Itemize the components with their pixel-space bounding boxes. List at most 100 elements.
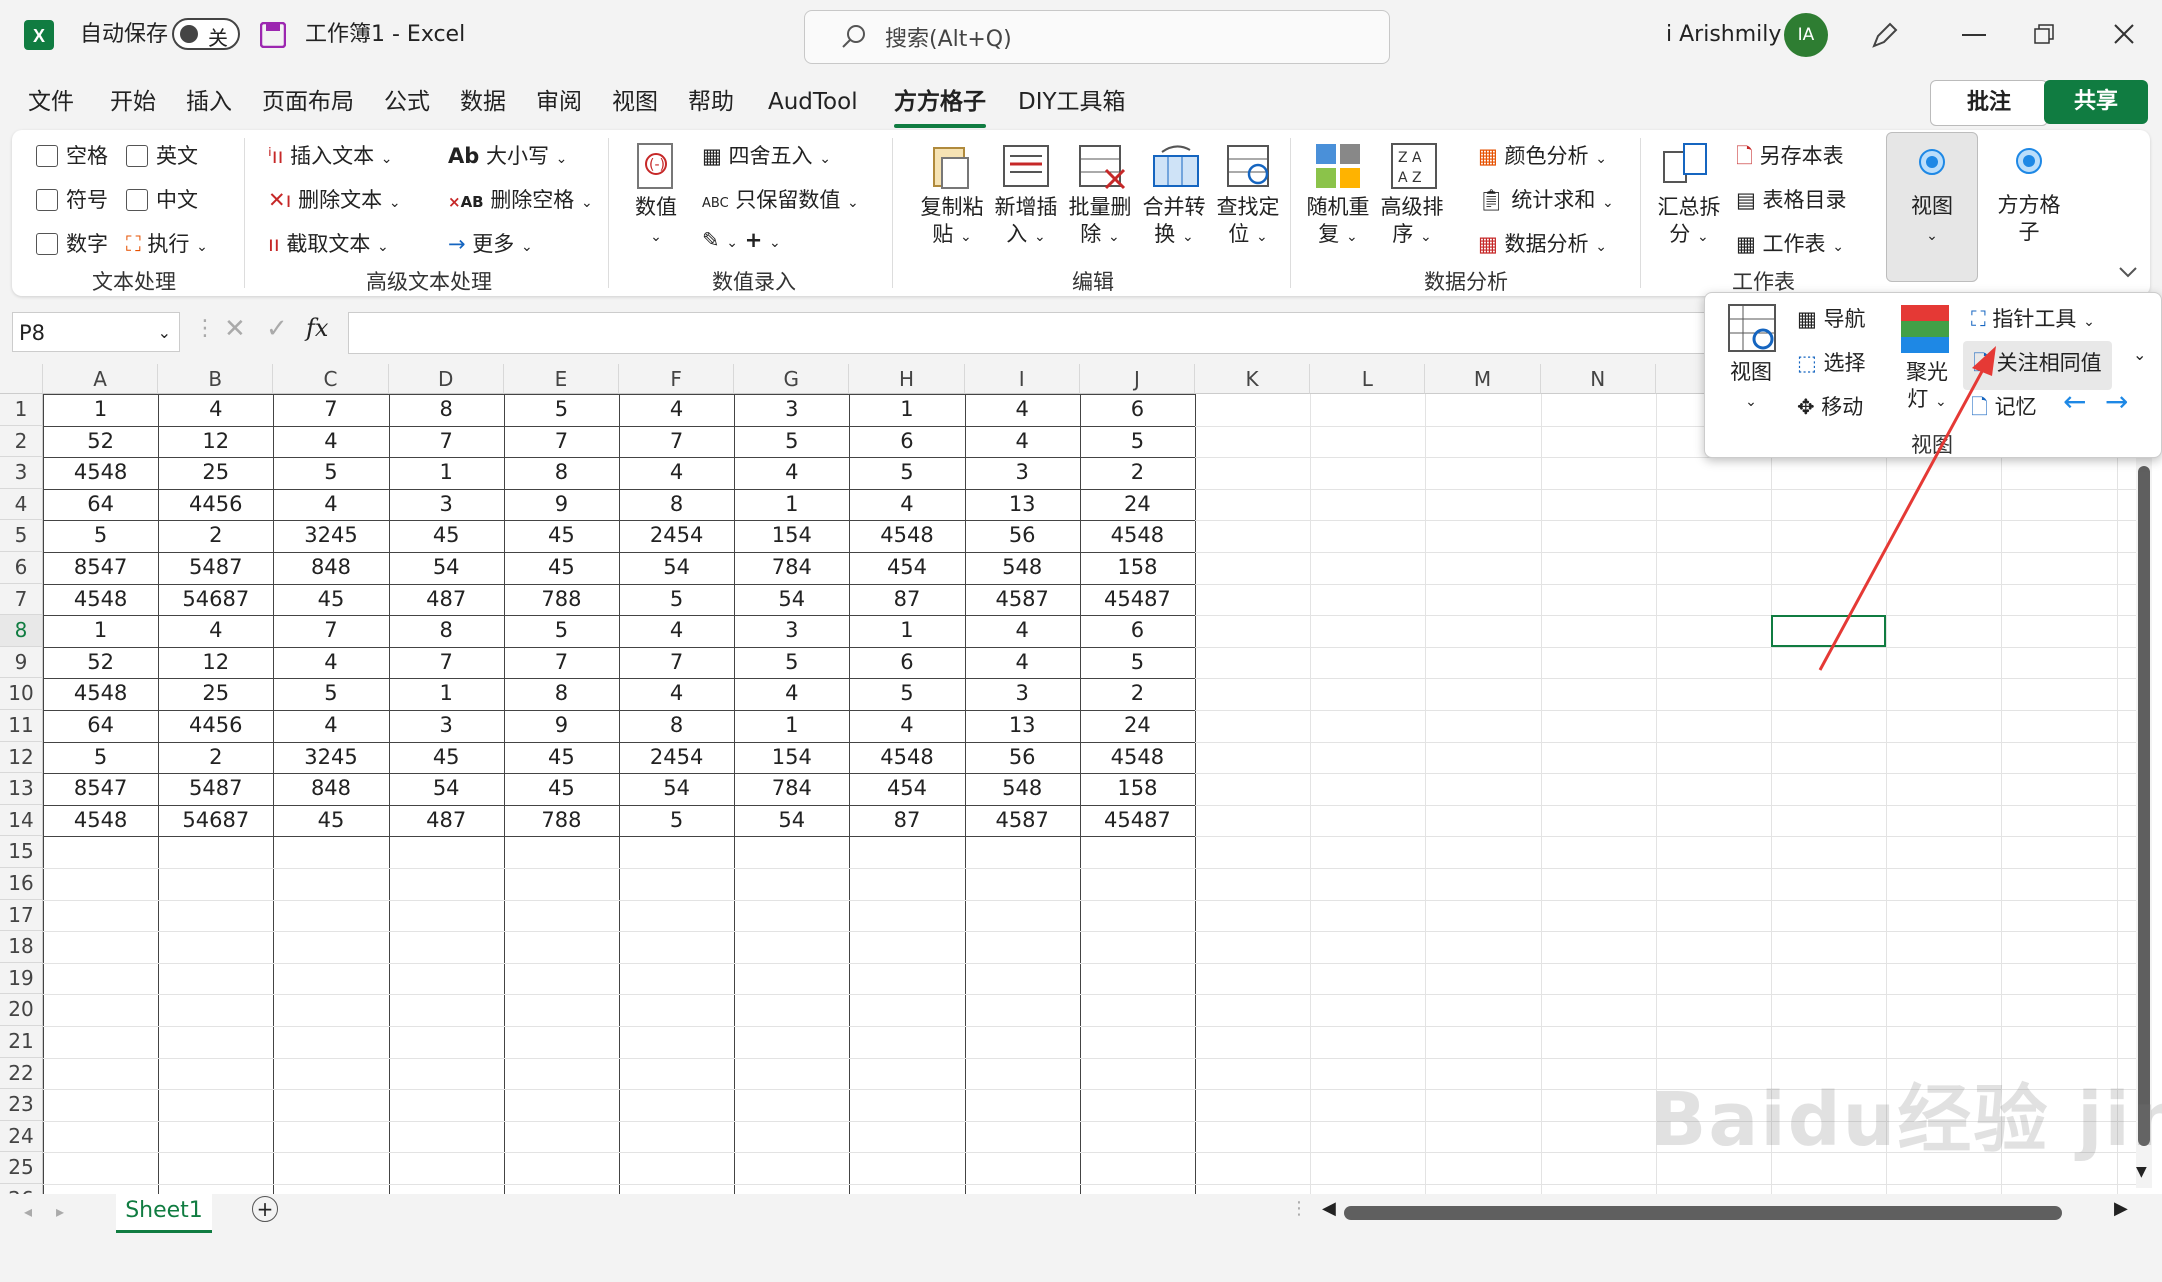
comment-button[interactable]: 批注 [1930,80,2048,126]
table-cell[interactable]: 548 [965,773,1080,805]
table-cell[interactable]: 8 [504,457,619,489]
table-directory-button[interactable]: ▤ 表格目录 [1736,184,1847,214]
table-cell[interactable]: 4 [273,489,388,521]
table-cell[interactable]: 5 [43,520,158,552]
tab-insert[interactable]: 插入 [186,82,232,122]
tab-diy[interactable]: DIY工具箱 [1018,82,1126,122]
hscroll-right-icon[interactable]: ▶ [2114,1198,2128,1219]
table-cell[interactable]: 6 [1080,394,1195,426]
tab-audtool[interactable]: AudTool [768,82,858,122]
new-insert-button[interactable]: 新增插入 ⌄ [984,194,1068,251]
table-cell[interactable]: 5 [734,426,849,458]
data-analysis-button[interactable]: ▦ 数据分析 ⌄ [1478,228,1607,258]
table-cell[interactable]: 4 [619,457,734,489]
table-cell[interactable]: 4548 [1080,520,1195,552]
table-cell[interactable]: 45 [273,584,388,616]
row-header[interactable]: 9 [0,646,43,679]
table-cell[interactable]: 4 [619,615,734,647]
row-header[interactable]: 1 [0,394,43,426]
table-cell[interactable]: 54687 [158,805,273,837]
table-cell[interactable]: 5 [619,584,734,616]
table-cell[interactable]: 2 [158,742,273,774]
fx-icon[interactable]: fx [306,314,328,342]
autosave-toggle[interactable]: 关 [172,18,240,50]
table-cell[interactable]: 4548 [43,805,158,837]
cancel-icon[interactable]: ✕ [224,314,246,344]
table-cell[interactable]: 45 [504,773,619,805]
table-cell[interactable]: 64 [43,489,158,521]
table-cell[interactable]: 54 [734,584,849,616]
table-cell[interactable]: 45 [504,520,619,552]
table-cell[interactable]: 54 [619,773,734,805]
table-cell[interactable]: 13 [965,489,1080,521]
column-header[interactable]: G [734,364,850,394]
popup-view-button[interactable]: 视图 ⌄ [1715,359,1787,416]
table-cell[interactable]: 12 [158,426,273,458]
pen-icon[interactable] [1870,20,1900,50]
table-cell[interactable]: 6 [849,426,964,458]
row-header[interactable]: 15 [0,836,43,868]
row-header[interactable]: 17 [0,899,43,932]
table-cell[interactable]: 5 [273,457,388,489]
table-cell[interactable]: 5 [504,394,619,426]
row-header[interactable]: 14 [0,804,43,837]
table-cell[interactable]: 4 [965,647,1080,679]
table-cell[interactable]: 1 [734,489,849,521]
delete-text-button[interactable]: ✕ı 删除文本 ⌄ [268,184,401,214]
table-cell[interactable]: 3245 [273,520,388,552]
table-cell[interactable]: 154 [734,742,849,774]
table-cell[interactable]: 1 [849,394,964,426]
table-cell[interactable]: 548 [965,552,1080,584]
table-cell[interactable]: 7 [389,426,504,458]
table-cell[interactable]: 8 [619,710,734,742]
table-cell[interactable]: 24 [1080,489,1195,521]
column-header[interactable]: B [158,364,274,394]
back-arrow-icon[interactable]: ← [2063,385,2086,418]
table-cell[interactable]: 4587 [965,584,1080,616]
checkbox-english[interactable]: 英文 [126,140,198,170]
table-cell[interactable]: 4456 [158,489,273,521]
merge-convert-button[interactable]: 合并转换 ⌄ [1132,194,1216,251]
table-cell[interactable]: 5 [504,615,619,647]
table-cell[interactable]: 6 [849,647,964,679]
number-button[interactable]: 数值 ⌄ [626,194,686,251]
table-cell[interactable]: 158 [1080,773,1195,805]
ribbon-expand-chevron-icon[interactable] [2118,266,2138,280]
table-cell[interactable]: 56 [965,742,1080,774]
table-cell[interactable]: 1 [389,457,504,489]
table-cell[interactable]: 54687 [158,584,273,616]
table-cell[interactable]: 52 [43,426,158,458]
tab-data[interactable]: 数据 [460,82,506,122]
table-cell[interactable]: 45487 [1080,584,1195,616]
column-header[interactable]: A [43,364,159,394]
forward-arrow-icon[interactable]: → [2105,385,2128,418]
row-header[interactable]: 20 [0,994,43,1026]
table-cell[interactable]: 3 [389,489,504,521]
search-box[interactable]: 搜索(Alt+Q) [804,10,1390,64]
table-cell[interactable]: 848 [273,552,388,584]
restore-icon[interactable] [2034,24,2054,44]
execute-button[interactable]: ⛶ 执行 ⌄ [126,228,208,258]
table-cell[interactable]: 2454 [619,742,734,774]
find-locate-button[interactable]: 查找定位 ⌄ [1206,194,1290,251]
save-sheet-button[interactable]: 🗋︎ 另存本表 [1736,140,1844,177]
table-cell[interactable]: 487 [389,584,504,616]
extract-text-button[interactable]: ıı 截取文本 ⌄ [268,228,389,258]
row-header[interactable]: 22 [0,1057,43,1090]
column-header[interactable]: N [1540,364,1656,394]
table-cell[interactable]: 45 [389,742,504,774]
worksheet-button[interactable]: ▦ 工作表 ⌄ [1736,228,1844,258]
tab-ffgz[interactable]: 方方格子 [894,82,986,128]
row-header[interactable]: 16 [0,868,43,900]
column-header[interactable]: I [964,364,1080,394]
table-cell[interactable]: 4 [849,710,964,742]
table-cell[interactable]: 4 [273,426,388,458]
table-cell[interactable]: 4548 [43,457,158,489]
table-cell[interactable]: 848 [273,773,388,805]
table-cell[interactable]: 487 [389,805,504,837]
table-cell[interactable]: 7 [504,647,619,679]
table-cell[interactable]: 454 [849,773,964,805]
table-cell[interactable]: 4548 [43,584,158,616]
color-analysis-button[interactable]: ▦ 颜色分析 ⌄ [1478,140,1607,170]
close-icon[interactable] [2114,24,2134,44]
